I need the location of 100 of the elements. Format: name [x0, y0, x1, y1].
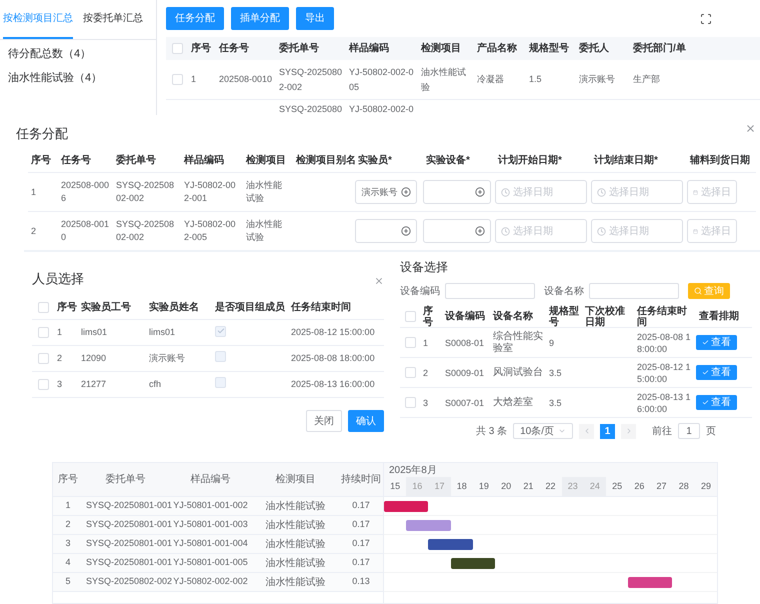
table-cell-text: 2 — [64, 518, 72, 532]
input-field[interactable]: 选择日期 — [495, 219, 587, 243]
table-cell-text: 4 — [64, 556, 72, 570]
dialog-button[interactable]: 确认 — [348, 410, 384, 432]
input-field[interactable] — [355, 219, 417, 243]
day-label: 24 — [584, 477, 606, 496]
checkbox[interactable] — [404, 397, 416, 408]
gantt-bar-segment[interactable] — [472, 558, 495, 568]
input-field[interactable]: 选择日期 — [591, 180, 683, 204]
day-label: 25 — [606, 477, 628, 496]
input-field[interactable]: 选择日期 — [495, 180, 587, 204]
table-cell-text: 2025-08-12 15:00:00 — [290, 326, 376, 339]
gantt-bar-segment[interactable] — [628, 576, 650, 588]
toolbar-button[interactable]: 任务分配 — [166, 7, 224, 30]
checkbox[interactable] — [38, 327, 48, 338]
column-header: 实验员工号 — [80, 300, 132, 315]
toolbar-button[interactable]: 插单分配 — [231, 7, 289, 30]
check-icon — [702, 339, 709, 346]
tab[interactable]: 按委托单汇总 — [83, 0, 143, 39]
gantt-bar-segment[interactable] — [384, 500, 406, 512]
view-button[interactable]: 查看 — [696, 335, 737, 350]
table-cell-text: 3 — [56, 378, 64, 391]
gantt-bar-segment[interactable] — [428, 538, 451, 550]
table-cell-text: SYSQ-2025080 — [278, 103, 344, 115]
table-cell-text: 油水性能试验 — [264, 518, 326, 532]
table-cell-text: 2025-08-13 16:00:00 — [290, 378, 376, 391]
checkbox[interactable] — [38, 302, 48, 313]
column-header: 检测项目别名 — [294, 154, 355, 168]
input-field[interactable]: 选择日 — [687, 180, 737, 204]
close-icon[interactable] — [374, 276, 384, 286]
page-input[interactable]: 1 — [678, 423, 700, 439]
sidebar-item[interactable]: 油水性能试验（4） — [8, 70, 156, 86]
add-icon[interactable] — [475, 187, 485, 197]
table-cell-text: S0008-01 — [444, 336, 486, 348]
table-cell-text: cfh — [148, 378, 162, 391]
close-icon[interactable] — [745, 123, 756, 134]
table-cell-text: SYSQ-20250802-002 — [115, 179, 176, 205]
day-label: 15 — [384, 477, 406, 496]
table-cell-text: 2025-08-08 18:00:00 — [636, 330, 692, 354]
table-cell-text: 5 — [64, 575, 72, 588]
column-header: 检测项目 — [420, 42, 462, 56]
checkbox[interactable] — [404, 337, 416, 348]
table-cell-text: 1 — [56, 326, 64, 339]
table-cell-text: 演示账号 — [148, 352, 186, 365]
input-field[interactable] — [423, 180, 491, 204]
table-cell-text: 0.13 — [351, 575, 371, 588]
table-cell-text: SYSQ-20250802-002 — [278, 66, 344, 94]
checkbox[interactable] — [172, 43, 182, 54]
page-size-select[interactable]: 10条/页 — [513, 423, 574, 439]
dialog-button[interactable]: 关闭 — [306, 410, 342, 432]
view-button[interactable]: 查看 — [696, 395, 737, 410]
day-label: 23 — [562, 477, 584, 496]
tab[interactable]: 按检测项目汇总 — [3, 0, 73, 39]
gantt-bar-segment[interactable] — [650, 576, 672, 588]
page-button[interactable]: 1 — [600, 424, 616, 438]
add-icon[interactable] — [401, 226, 411, 236]
input-field[interactable] — [423, 219, 491, 243]
input-field[interactable]: 演示账号 — [355, 180, 417, 204]
clock-icon — [501, 188, 510, 196]
checkbox[interactable] — [215, 326, 226, 336]
gantt-bar-segment[interactable] — [450, 558, 473, 568]
table-cell-text: 2025-08-13 16:00:00 — [636, 390, 692, 414]
table-cell-text: 0.17 — [351, 556, 371, 570]
column-header: 实验员姓名 — [148, 300, 200, 315]
checkbox[interactable] — [215, 376, 226, 388]
search-button[interactable]: 查询 — [688, 283, 730, 299]
column-header: 任务号 — [60, 154, 92, 168]
table-cell-text: S0007-01 — [444, 396, 486, 408]
checkbox[interactable] — [404, 311, 416, 322]
table-cell-text: YJ-50802-002-001 — [183, 179, 237, 205]
clock-icon — [597, 188, 606, 196]
view-button[interactable]: 查看 — [696, 365, 737, 380]
input-field[interactable]: 选择日 — [687, 219, 737, 243]
table-cell-text: YJ-50802-002-0 — [348, 103, 415, 115]
input-field[interactable]: 选择日期 — [591, 219, 683, 243]
gantt-bar-segment[interactable] — [450, 538, 473, 550]
next-page-button[interactable] — [621, 424, 636, 438]
checkbox[interactable] — [38, 353, 48, 364]
fullscreen-icon[interactable] — [700, 12, 712, 24]
input-field[interactable] — [445, 283, 535, 299]
table-cell-text: 1 — [422, 336, 430, 348]
dialog-title: 任务分配 — [16, 124, 68, 142]
column-header: 序号 — [190, 41, 212, 56]
toolbar-button[interactable]: 导出 — [296, 7, 334, 30]
input-field[interactable] — [589, 283, 679, 299]
table-cell-text: 演示账号 — [578, 73, 616, 86]
column-header: 样品编码 — [348, 42, 390, 56]
table-cell-text: 冷凝器 — [476, 73, 505, 86]
checkbox[interactable] — [404, 367, 416, 378]
dialog-title: 设备选择 — [400, 259, 448, 276]
checkbox[interactable] — [172, 74, 182, 85]
add-icon[interactable] — [401, 187, 411, 197]
sidebar-item[interactable]: 待分配总数（4） — [8, 46, 156, 62]
search-icon — [694, 287, 702, 295]
add-icon[interactable] — [475, 226, 485, 236]
checkbox[interactable] — [38, 379, 48, 390]
checkbox[interactable] — [215, 350, 226, 362]
table-cell-text: 综合性能实验室 — [492, 330, 544, 354]
prev-page-button[interactable] — [579, 424, 594, 438]
gantt-bar-segment[interactable] — [406, 500, 428, 512]
